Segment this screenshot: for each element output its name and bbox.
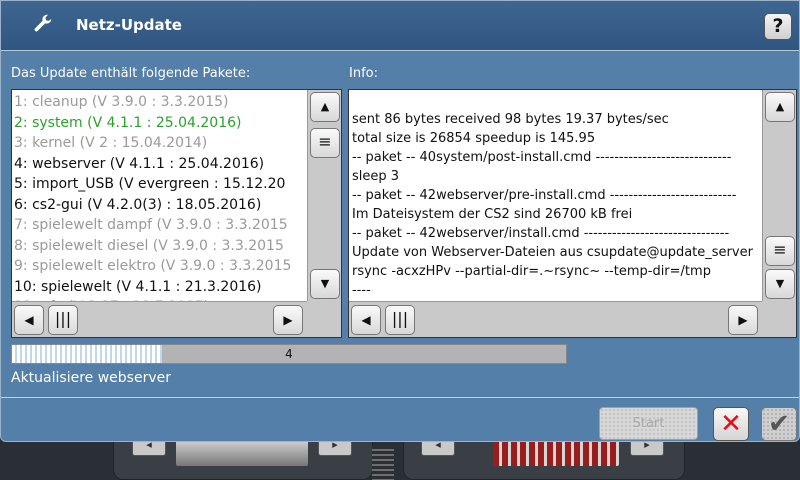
- package-list-item[interactable]: 9: spielewelt elektro (V 3.9.0 : 3.3.201…: [14, 256, 307, 277]
- info-vscrollbar[interactable]: ▲ ≡ ▼: [762, 90, 796, 301]
- log-line: sent 86 bytes received 98 bytes 19.37 by…: [352, 112, 669, 127]
- package-list-item[interactable]: 8: spielewelt diesel (V 3.9.0 : 3.3.2015: [14, 236, 307, 257]
- package-list-item[interactable]: 1: cleanup (V 3.9.0 : 3.3.2015): [14, 92, 307, 113]
- scroll-thumb-v-icon[interactable]: ≡: [310, 128, 340, 158]
- packages-vscrollbar[interactable]: ▲ ≡ ▼: [307, 90, 341, 301]
- log-line: Update von Webserver-Dateien aus csupdat…: [352, 245, 753, 260]
- package-list-item[interactable]: 10: spielewelt (V 4.1.1 : 21.3.2016): [14, 277, 307, 298]
- start-button[interactable]: Start: [599, 407, 698, 440]
- scroll-left-icon[interactable]: ◀: [14, 305, 44, 335]
- screen: ◂ ▸ ◂ ▸ Netz-Update ? Das Update enthält…: [0, 0, 800, 480]
- background-grip-icon: [372, 446, 394, 480]
- package-list-item[interactable]: 6: cs2-gui (V 4.2.0(3) : 18.05.2016): [14, 195, 307, 216]
- log-line: -- paket -- 42webserver/pre-install.cmd …: [352, 188, 737, 203]
- info-log-text[interactable]: sent 86 bytes received 98 bytes 19.37 by…: [352, 110, 762, 299]
- info-scroll-thumb-v-icon[interactable]: ≡: [765, 236, 795, 266]
- scroll-up-icon[interactable]: ▲: [310, 92, 340, 122]
- info-scroll-left-icon[interactable]: ◀: [351, 305, 381, 335]
- log-line: Im Dateisystem der CS2 sind 26700 kB fre…: [352, 207, 633, 222]
- net-update-dialog: Netz-Update ? Das Update enthält folgend…: [0, 0, 800, 442]
- packages-hscrollbar[interactable]: ◀ ||| ▶: [12, 301, 307, 337]
- update-progress-bar: 4: [11, 344, 567, 364]
- package-list-item[interactable]: 4: webserver (V 4.1.1 : 25.04.2016): [14, 154, 307, 175]
- help-button[interactable]: ?: [764, 13, 792, 40]
- info-scroll-down-icon[interactable]: ▼: [765, 269, 795, 299]
- info-log-panel: sent 86 bytes received 98 bytes 19.37 by…: [348, 89, 797, 338]
- cancel-button[interactable]: ✕: [713, 407, 749, 441]
- scroll-right-icon[interactable]: ▶: [273, 305, 303, 335]
- scroll-thumb-h-icon[interactable]: |||: [48, 305, 78, 335]
- title-bar: Netz-Update ?: [1, 1, 799, 51]
- log-line: -- paket -- 42webserver/install.cmd ----…: [352, 226, 730, 241]
- packages-label: Das Update enthält folgende Pakete:: [11, 66, 251, 81]
- package-list-item[interactable]: 5: import_USB (V evergreen : 15.12.20: [14, 174, 307, 195]
- log-line: ----: [352, 283, 371, 298]
- scroll-corner: [307, 301, 341, 337]
- package-list-item[interactable]: 3: kernel (V 2 : 15.04.2014): [14, 133, 307, 154]
- dialog-title: Netz-Update: [76, 16, 182, 34]
- info-scroll-thumb-h-icon[interactable]: |||: [385, 305, 415, 335]
- confirm-button[interactable]: ✔: [761, 407, 797, 441]
- divider: [1, 397, 799, 398]
- log-line: sleep 3: [352, 169, 400, 184]
- status-text: Aktualisiere webserver: [11, 370, 171, 386]
- log-line: rsync -acxzHPv --partial-dir=.~rsync~ --…: [352, 264, 711, 279]
- info-scroll-up-icon[interactable]: ▲: [765, 92, 795, 122]
- wrench-icon: [31, 14, 55, 38]
- info-scroll-right-icon[interactable]: ▶: [728, 305, 758, 335]
- packages-list-panel: 1: cleanup (V 3.9.0 : 3.3.2015) 2: system…: [11, 89, 342, 338]
- progress-step-text: 4: [285, 347, 293, 361]
- packages-list[interactable]: 1: cleanup (V 3.9.0 : 3.3.2015) 2: system…: [14, 92, 307, 301]
- info-hscrollbar[interactable]: ◀ ||| ▶: [349, 301, 762, 337]
- info-label: Info:: [349, 66, 378, 81]
- log-line: total size is 26854 speedup is 145.95: [352, 131, 596, 146]
- package-list-item[interactable]: 2: system (V 4.1.1 : 25.04.2016): [14, 113, 307, 134]
- log-line: -- paket -- 40system/post-install.cmd --…: [352, 150, 732, 165]
- package-list-item[interactable]: 7: spielewelt dampf (V 3.9.0 : 3.3.2015: [14, 215, 307, 236]
- scroll-down-icon[interactable]: ▼: [310, 269, 340, 299]
- info-scroll-corner: [762, 301, 796, 337]
